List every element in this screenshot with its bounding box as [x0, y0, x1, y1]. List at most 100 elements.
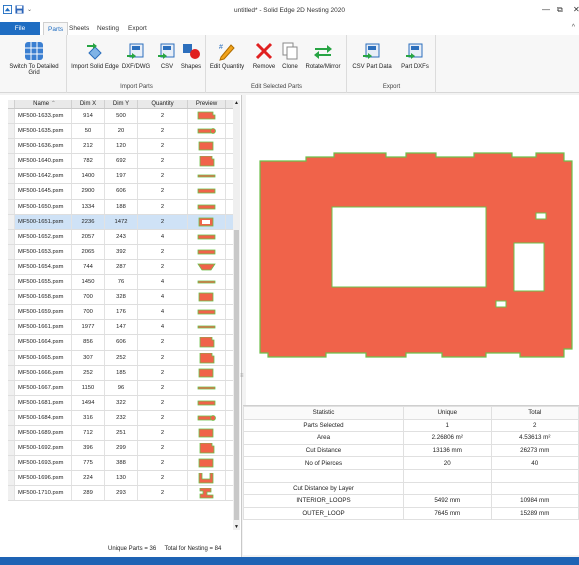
- dim-y-cell[interactable]: 232: [105, 410, 138, 425]
- dim-x-cell[interactable]: 1977: [72, 320, 105, 335]
- dim-x-cell[interactable]: 396: [72, 441, 105, 456]
- dim-y-cell[interactable]: 1472: [105, 214, 138, 229]
- dim-x-cell[interactable]: 252: [72, 365, 105, 380]
- dim-y-cell[interactable]: 197: [105, 169, 138, 184]
- part-name-cell[interactable]: MF500-1696.psm: [15, 471, 72, 486]
- dim-y-cell[interactable]: 328: [105, 290, 138, 305]
- table-row[interactable]: MF500-1692.psm 396 299 2: [8, 441, 233, 457]
- quantity-cell[interactable]: 2: [138, 199, 188, 214]
- row-selector[interactable]: [8, 425, 15, 441]
- dim-y-cell[interactable]: 147: [105, 320, 138, 335]
- part-name-cell[interactable]: MF500-1710.psm: [15, 486, 72, 501]
- column-header-dim-x[interactable]: Dim X: [72, 100, 105, 108]
- row-selector[interactable]: [8, 365, 15, 380]
- dim-y-cell[interactable]: 287: [105, 259, 138, 275]
- part-name-cell[interactable]: MF500-1652.psm: [15, 229, 72, 244]
- dim-y-cell[interactable]: 243: [105, 229, 138, 244]
- table-row[interactable]: MF500-1650.psm 1334 188 2: [8, 199, 233, 215]
- dim-y-cell[interactable]: 188: [105, 199, 138, 214]
- row-selector[interactable]: [8, 244, 15, 259]
- dim-y-cell[interactable]: 176: [105, 305, 138, 320]
- row-selector[interactable]: [8, 320, 15, 335]
- tab-file[interactable]: File: [0, 22, 40, 35]
- row-selector[interactable]: [8, 335, 15, 350]
- table-row[interactable]: MF500-1681.psm 1494 322 2: [8, 395, 233, 411]
- dim-x-cell[interactable]: 289: [72, 486, 105, 501]
- quantity-cell[interactable]: 2: [138, 395, 188, 410]
- part-name-cell[interactable]: MF500-1661.psm: [15, 320, 72, 335]
- dim-x-cell[interactable]: 775: [72, 456, 105, 471]
- import-solid-edge-button[interactable]: Import Solid Edge: [70, 41, 120, 70]
- rotate-mirror-button[interactable]: Rotate/Mirror: [300, 41, 346, 70]
- row-selector[interactable]: [8, 395, 15, 410]
- part-name-cell[interactable]: MF500-1689.psm: [15, 425, 72, 441]
- import-shapes-button[interactable]: Shapes: [178, 41, 204, 70]
- scroll-down-icon[interactable]: ▼: [234, 524, 239, 530]
- dim-y-cell[interactable]: 293: [105, 486, 138, 501]
- dim-x-cell[interactable]: 1334: [72, 199, 105, 214]
- table-row[interactable]: MF500-1652.psm 2057 243 4: [8, 229, 233, 245]
- table-row[interactable]: MF500-1633.psm 914 500 2: [8, 109, 233, 125]
- dim-y-cell[interactable]: 500: [105, 109, 138, 124]
- part-name-cell[interactable]: MF500-1653.psm: [15, 244, 72, 259]
- dim-y-cell[interactable]: 392: [105, 244, 138, 259]
- part-name-cell[interactable]: MF500-1640.psm: [15, 154, 72, 169]
- dim-x-cell[interactable]: 2900: [72, 184, 105, 199]
- part-name-cell[interactable]: MF500-1684.psm: [15, 410, 72, 425]
- table-row[interactable]: MF500-1661.psm 1977 147 4: [8, 320, 233, 336]
- minimize-button[interactable]: —: [542, 5, 550, 14]
- dim-y-cell[interactable]: 96: [105, 380, 138, 395]
- quantity-cell[interactable]: 2: [138, 335, 188, 350]
- dim-x-cell[interactable]: 856: [72, 335, 105, 350]
- quantity-cell[interactable]: 2: [138, 456, 188, 471]
- row-selector[interactable]: [8, 154, 15, 169]
- table-row[interactable]: MF500-1667.psm 1150 96 2: [8, 380, 233, 396]
- quantity-cell[interactable]: 4: [138, 229, 188, 244]
- table-row[interactable]: MF500-1651.psm 2236 1472 2: [8, 214, 233, 230]
- row-selector[interactable]: [8, 441, 15, 456]
- quantity-cell[interactable]: 2: [138, 441, 188, 456]
- dim-y-cell[interactable]: 692: [105, 154, 138, 169]
- dim-x-cell[interactable]: 700: [72, 305, 105, 320]
- row-selector[interactable]: [8, 199, 15, 214]
- dim-x-cell[interactable]: 2236: [72, 214, 105, 229]
- quantity-cell[interactable]: 2: [138, 109, 188, 124]
- csv-part-data-button[interactable]: CSV Part Data: [350, 41, 394, 70]
- import-dxf-button[interactable]: DXF/DWG: [118, 41, 154, 70]
- close-button[interactable]: ✕: [573, 5, 579, 14]
- row-selector[interactable]: [8, 305, 15, 320]
- dim-y-cell[interactable]: 76: [105, 275, 138, 290]
- table-row[interactable]: MF500-1658.psm 700 328 4: [8, 290, 233, 306]
- column-header-quantity[interactable]: Quantity: [138, 100, 188, 108]
- part-name-cell[interactable]: MF500-1645.psm: [15, 184, 72, 199]
- part-name-cell[interactable]: MF500-1659.psm: [15, 305, 72, 320]
- table-row[interactable]: MF500-1636.psm 212 120 2: [8, 139, 233, 155]
- table-row[interactable]: MF500-1659.psm 700 176 4: [8, 305, 233, 321]
- column-header-preview[interactable]: Preview: [188, 100, 226, 108]
- dim-x-cell[interactable]: 744: [72, 259, 105, 275]
- row-selector[interactable]: [8, 486, 15, 501]
- part-name-cell[interactable]: MF500-1681.psm: [15, 395, 72, 410]
- part-name-cell[interactable]: MF500-1658.psm: [15, 290, 72, 305]
- row-selector[interactable]: [8, 184, 15, 199]
- grid-scrollbar[interactable]: ▲ ▼: [233, 100, 240, 530]
- row-selector[interactable]: [8, 229, 15, 244]
- edit-quantity-button[interactable]: # Edit Quantity: [209, 41, 245, 70]
- quantity-cell[interactable]: 2: [138, 259, 188, 275]
- collapse-ribbon-icon[interactable]: ^: [572, 24, 575, 31]
- dim-y-cell[interactable]: 185: [105, 365, 138, 380]
- dim-x-cell[interactable]: 2057: [72, 229, 105, 244]
- row-selector[interactable]: [8, 290, 15, 305]
- quantity-cell[interactable]: 2: [138, 139, 188, 154]
- dim-x-cell[interactable]: 316: [72, 410, 105, 425]
- table-row[interactable]: MF500-1645.psm 2900 606 2: [8, 184, 233, 200]
- row-selector[interactable]: [8, 124, 15, 139]
- column-header-name[interactable]: Name ⌃: [15, 100, 72, 108]
- dim-x-cell[interactable]: 1400: [72, 169, 105, 184]
- remove-button[interactable]: Remove: [250, 41, 278, 70]
- import-csv-button[interactable]: CSV: [156, 41, 178, 70]
- part-name-cell[interactable]: MF500-1667.psm: [15, 380, 72, 395]
- table-row[interactable]: MF500-1684.psm 316 232 2: [8, 410, 233, 426]
- tab-export[interactable]: Export: [124, 22, 151, 35]
- switch-grid-button[interactable]: Switch To Detailed Grid: [8, 41, 60, 76]
